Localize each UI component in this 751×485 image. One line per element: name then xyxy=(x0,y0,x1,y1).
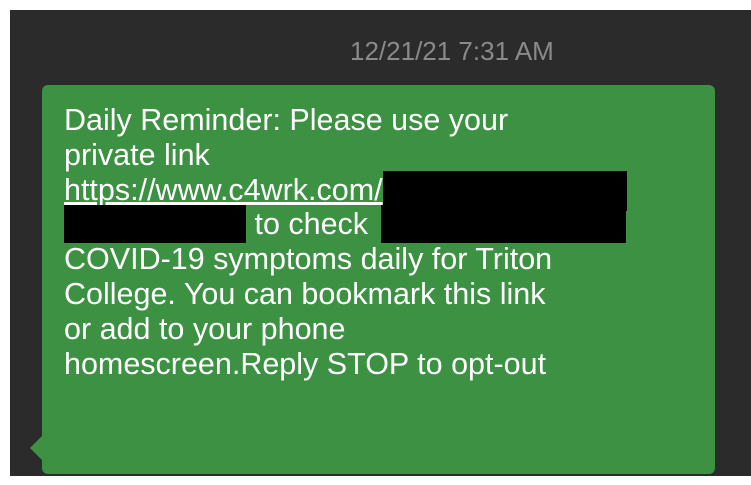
message-line-4: to check xyxy=(64,205,724,244)
private-link[interactable]: https://www.c4wrk.com/ xyxy=(64,173,383,207)
message-line-5: COVID-19 symptoms daily for Triton xyxy=(64,242,553,277)
message-timestamp: 12/21/21 7:31 AM xyxy=(350,36,554,66)
message-line-6: College. You can bookmark this link xyxy=(64,276,546,311)
message-line-8: homescreen.Reply STOP to opt-out xyxy=(64,346,547,381)
redaction-block xyxy=(64,205,246,244)
message-line-3: https://www.c4wrk.com/ xyxy=(64,170,724,211)
message-line-1: Daily Reminder: Please use your xyxy=(64,103,509,137)
redaction-block xyxy=(380,205,626,244)
message-line-7: or add to your phone xyxy=(64,311,346,346)
message-line-4-text: to check xyxy=(246,207,377,242)
message-bubble[interactable]: Daily Reminder: Please use your private … xyxy=(42,85,715,474)
message-text: Daily Reminder: Please use your private … xyxy=(64,103,724,381)
conversation-screen: 12/21/21 7:31 AM Daily Reminder: Please … xyxy=(10,10,751,476)
message-line-2: private link xyxy=(64,137,210,172)
